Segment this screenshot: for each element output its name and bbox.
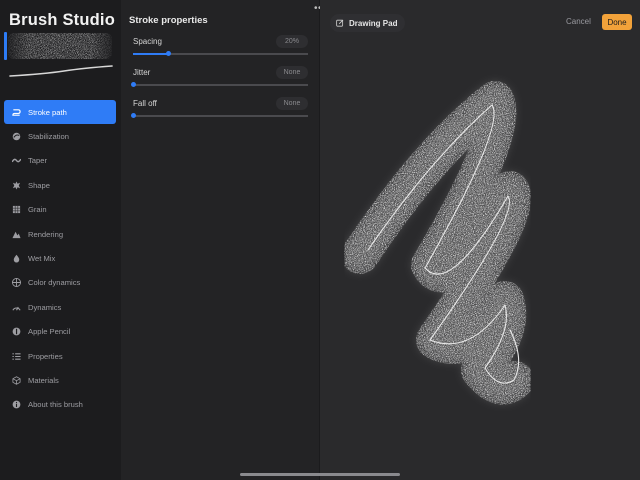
spacing-slider-fill xyxy=(133,53,168,55)
sidebar-item-properties[interactable]: Properties xyxy=(4,344,116,368)
sidebar-item-shape[interactable]: Shape xyxy=(4,173,116,197)
fall-off-slider-knob[interactable] xyxy=(130,113,136,118)
sidebar-item-label: Grain xyxy=(28,205,47,215)
cancel-button[interactable]: Cancel xyxy=(566,17,591,26)
sidebar-item-wet-mix[interactable]: Wet Mix xyxy=(4,246,116,270)
sidebar-item-taper[interactable]: Taper xyxy=(4,149,116,173)
info-icon xyxy=(12,400,21,409)
jitter-slider-knob[interactable] xyxy=(130,82,136,87)
sidebar-item-grain[interactable]: Grain xyxy=(4,198,116,222)
sidebar-item-label: Properties xyxy=(28,351,63,361)
fall-off-value[interactable]: None xyxy=(276,97,308,110)
grain-icon xyxy=(12,205,21,214)
sidebar-item-color-dynamics[interactable]: Color dynamics xyxy=(4,271,116,295)
jitter-label: Jitter xyxy=(133,68,151,77)
spacing-slider[interactable] xyxy=(133,51,308,56)
color-dynamics-icon xyxy=(12,278,21,288)
sidebar-item-stroke-path[interactable]: Stroke path xyxy=(4,100,116,125)
sidebar-item-label: Materials xyxy=(28,375,59,385)
taper-icon xyxy=(12,156,21,165)
sidebar-item-label: Rendering xyxy=(28,229,64,239)
brush-preview[interactable] xyxy=(4,30,116,84)
sidebar-item-label: Stabilization xyxy=(28,132,69,142)
sidebar: Brush Studio Stroke path Stabilization T… xyxy=(0,0,121,480)
sidebar-item-label: Wet Mix xyxy=(28,254,56,264)
sidebar-item-label: About this brush xyxy=(28,400,83,410)
sidebar-item-label: Dynamics xyxy=(28,302,62,312)
drawing-pad-label-text: Drawing Pad xyxy=(349,18,398,28)
sidebar-item-dynamics[interactable]: Dynamics xyxy=(4,295,116,319)
sidebar-item-stabilization[interactable]: Stabilization xyxy=(4,124,116,148)
rendering-icon xyxy=(12,230,21,239)
sidebar-item-label: Color dynamics xyxy=(28,278,81,288)
sidebar-item-materials[interactable]: Materials xyxy=(4,368,116,392)
spacing-label: Spacing xyxy=(133,37,162,46)
stroke-properties-panel: Stroke properties Spacing 20% Jitter Non… xyxy=(121,0,319,480)
sidebar-item-rendering[interactable]: Rendering xyxy=(4,222,116,246)
sidebar-nav: Stroke path Stabilization Taper Shape Gr… xyxy=(4,100,116,417)
jitter-slider[interactable] xyxy=(130,82,308,87)
app-title: Brush Studio xyxy=(9,11,115,29)
sidebar-item-about-this-brush[interactable]: About this brush xyxy=(4,393,116,417)
jitter-value[interactable]: None xyxy=(276,66,308,79)
dynamics-icon xyxy=(12,303,21,312)
materials-icon xyxy=(12,376,21,385)
spacing-value[interactable]: 20% xyxy=(276,35,308,48)
fall-off-label: Fall off xyxy=(133,99,157,108)
apple-pencil-icon xyxy=(12,327,21,336)
properties-icon xyxy=(12,352,21,361)
sidebar-item-apple-pencil[interactable]: Apple Pencil xyxy=(4,320,116,344)
stabilization-icon xyxy=(12,132,21,141)
sidebar-item-label: Stroke path xyxy=(28,107,67,117)
sidebar-item-label: Taper xyxy=(28,156,47,166)
edit-icon xyxy=(336,19,344,27)
drawing-pad-stroke xyxy=(341,81,534,405)
wet-mix-icon xyxy=(12,254,21,263)
done-button[interactable]: Done xyxy=(602,14,632,30)
sidebar-item-label: Shape xyxy=(28,180,50,190)
sidebar-item-label: Apple Pencil xyxy=(28,327,71,337)
spacing-slider-knob[interactable] xyxy=(165,51,171,56)
shape-icon xyxy=(12,181,21,190)
panel-title: Stroke properties xyxy=(129,15,208,26)
fall-off-slider[interactable] xyxy=(130,113,308,118)
stroke-path-icon xyxy=(12,108,21,117)
drawing-pad-label[interactable]: Drawing Pad xyxy=(330,14,406,32)
home-indicator[interactable] xyxy=(240,473,400,476)
